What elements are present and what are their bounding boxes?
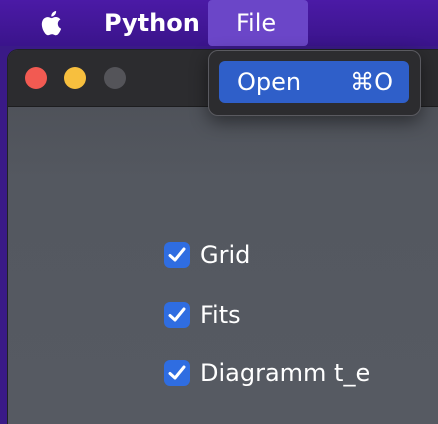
file-menu-dropdown: Open ⌘O [208, 50, 421, 116]
apple-menu-icon[interactable] [38, 8, 66, 38]
checkbox-checked-icon[interactable] [164, 242, 190, 268]
checkbox-grid[interactable]: Grid [164, 241, 438, 272]
menu-file-label: File [236, 9, 277, 37]
close-window-button[interactable] [25, 67, 47, 89]
checkbox-checked-icon[interactable] [164, 360, 190, 386]
checkbox-checked-icon[interactable] [164, 302, 190, 328]
app-menu-python[interactable]: Python [104, 8, 200, 38]
checkbox-label: Grid [200, 241, 251, 269]
zoom-window-button[interactable] [104, 67, 126, 89]
menu-item-open[interactable]: Open ⌘O [219, 61, 409, 103]
checkbox-fits[interactable]: Fits [164, 301, 438, 332]
menu-bar: Python File [0, 0, 438, 46]
menu-item-label: Open [237, 68, 302, 96]
minimize-window-button[interactable] [64, 67, 86, 89]
keyboard-shortcut: ⌘O [350, 68, 393, 96]
checkbox-diagramm[interactable]: Diagramm t_e [164, 359, 438, 390]
menu-file[interactable]: File [208, 0, 308, 46]
checkbox-label: Fits [200, 301, 241, 329]
checkbox-label: Diagramm t_e [200, 359, 371, 387]
